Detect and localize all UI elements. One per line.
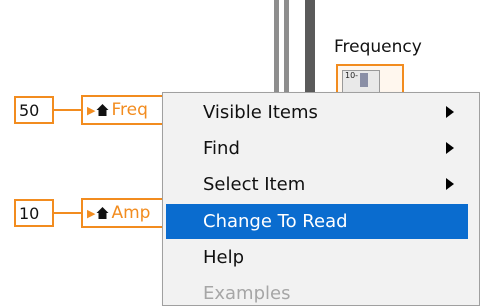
- submenu-arrow-icon: [446, 178, 454, 190]
- write-arrow-icon: ▶: [87, 103, 96, 117]
- menu-item-find[interactable]: Find: [166, 131, 468, 166]
- menu-item-label: Change To Read: [203, 211, 348, 232]
- property-name: Freq: [111, 100, 148, 120]
- slider-icon: [360, 73, 368, 87]
- context-menu: Visible Items Find Select Item Change To…: [162, 92, 480, 306]
- menu-item-help[interactable]: Help: [166, 240, 468, 275]
- property-node-amplitude[interactable]: ▶ Amp: [81, 198, 171, 228]
- submenu-arrow-icon: [446, 142, 454, 154]
- numeric-constant-value: 50: [19, 100, 40, 120]
- numeric-constant-50[interactable]: 50: [14, 96, 54, 124]
- submenu-arrow-icon: [446, 106, 454, 118]
- menu-item-label: Examples: [203, 283, 291, 304]
- numeric-constant-value: 10: [19, 203, 40, 223]
- home-icon: [96, 207, 109, 219]
- numeric-constant-10[interactable]: 10: [14, 199, 54, 227]
- menu-item-visible-items[interactable]: Visible Items: [166, 95, 468, 130]
- menu-item-label: Find: [203, 138, 240, 159]
- menu-item-label: Help: [203, 247, 245, 268]
- write-arrow-icon: ▶: [87, 206, 96, 220]
- property-name: Amp: [111, 203, 151, 223]
- wire[interactable]: [54, 212, 82, 214]
- menu-item-label: Select Item: [203, 174, 306, 195]
- home-icon: [96, 104, 109, 116]
- terminal-readout: 10-: [345, 71, 359, 80]
- terminal-label: Frequency: [334, 37, 422, 57]
- property-node-frequency[interactable]: ▶ Freq: [81, 95, 171, 125]
- menu-item-examples: Examples: [166, 276, 468, 306]
- wire[interactable]: [54, 109, 82, 111]
- menu-item-label: Visible Items: [203, 102, 318, 123]
- menu-item-change-to-read[interactable]: Change To Read: [166, 204, 468, 239]
- menu-item-select-item[interactable]: Select Item: [166, 167, 468, 202]
